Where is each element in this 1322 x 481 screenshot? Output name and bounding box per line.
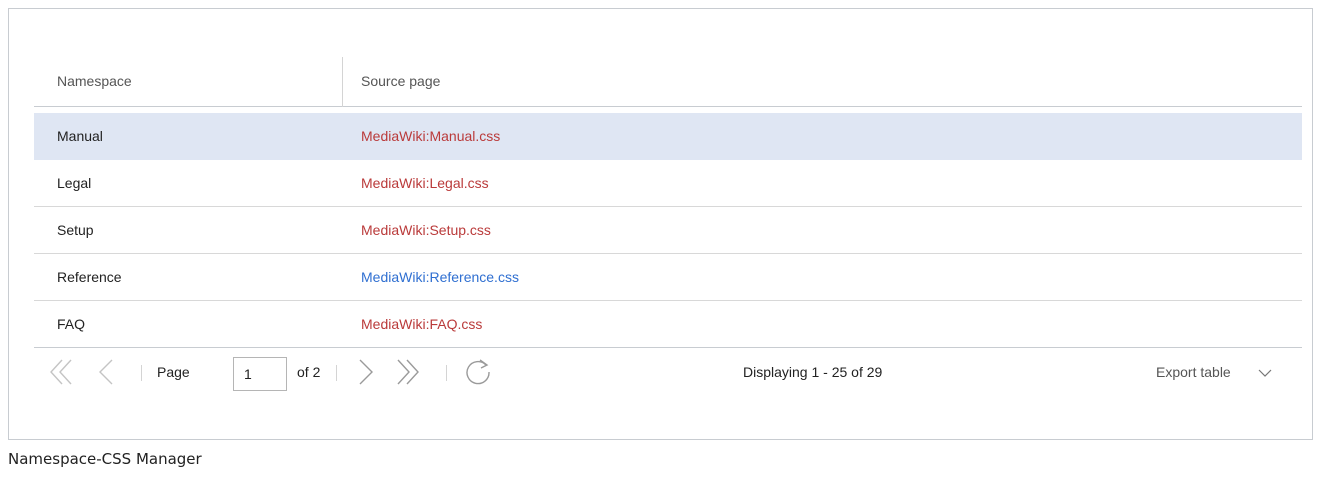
source-page-link[interactable]: MediaWiki:Legal.css	[361, 175, 489, 191]
prev-page-icon[interactable]	[96, 356, 116, 393]
figure-caption: Namespace-CSS Manager	[8, 450, 202, 468]
toolbar-separator	[446, 365, 447, 381]
source-page-link[interactable]: MediaWiki:FAQ.css	[361, 316, 482, 332]
refresh-icon[interactable]	[462, 356, 494, 393]
namespace-cell: Setup	[57, 222, 94, 238]
first-page-icon[interactable]	[48, 356, 76, 393]
table-header: Namespace Source page	[34, 54, 1302, 107]
column-header-namespace[interactable]: Namespace	[57, 73, 132, 89]
record-count-text: Displaying 1 - 25 of 29	[743, 364, 883, 380]
export-table-button[interactable]: Export table	[1156, 364, 1231, 380]
pagination-toolbar: Page of 2 Displaying 1 - 25 of 29 Export…	[34, 347, 1302, 397]
page-label: Page	[157, 364, 190, 380]
source-page-link[interactable]: MediaWiki:Reference.css	[361, 269, 519, 285]
table-row[interactable]: Reference MediaWiki:Reference.css	[34, 254, 1302, 301]
chevron-down-icon[interactable]	[1257, 366, 1273, 385]
namespace-cell: Legal	[57, 175, 92, 191]
toolbar-separator	[141, 365, 142, 381]
next-page-icon[interactable]	[356, 356, 376, 393]
table-row[interactable]: Setup MediaWiki:Setup.css	[34, 207, 1302, 254]
page-number-input[interactable]	[233, 357, 287, 391]
namespace-css-table: Namespace Source page Manual MediaWiki:M…	[34, 54, 1302, 397]
column-header-source-page[interactable]: Source page	[361, 73, 440, 89]
table-row[interactable]: FAQ MediaWiki:FAQ.css	[34, 301, 1302, 348]
table-row[interactable]: Manual MediaWiki:Manual.css	[34, 113, 1302, 160]
toolbar-separator	[336, 365, 337, 381]
source-page-link[interactable]: MediaWiki:Setup.css	[361, 222, 491, 238]
column-divider[interactable]	[342, 57, 343, 107]
last-page-icon[interactable]	[394, 356, 422, 393]
namespace-cell: Manual	[57, 128, 103, 144]
source-page-link[interactable]: MediaWiki:Manual.css	[361, 128, 500, 144]
page-count-label: of 2	[297, 364, 321, 380]
namespace-cell: FAQ	[57, 316, 86, 332]
table-row[interactable]: Legal MediaWiki:Legal.css	[34, 160, 1302, 207]
namespace-cell: Reference	[57, 269, 122, 285]
grid-panel: Namespace Source page Manual MediaWiki:M…	[8, 8, 1313, 440]
